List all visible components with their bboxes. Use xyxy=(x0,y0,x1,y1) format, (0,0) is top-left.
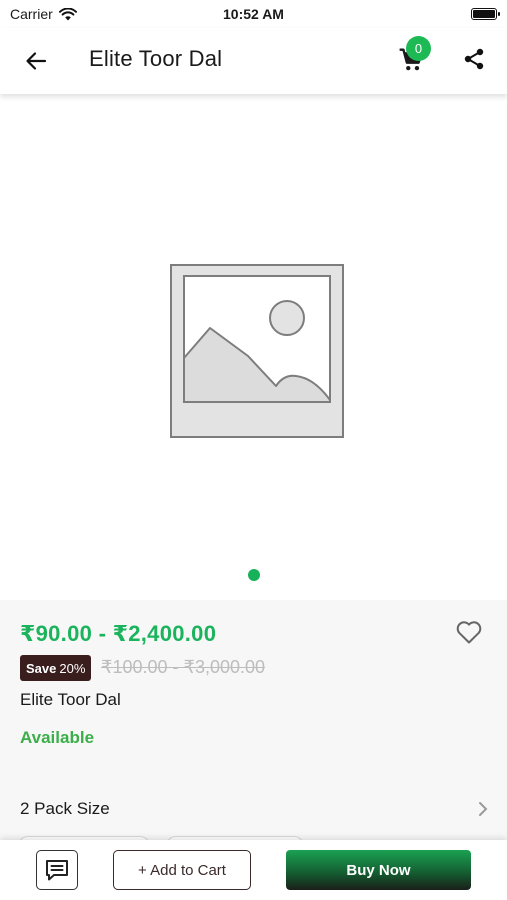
product-details: ₹90.00 - ₹2,400.00 Save 20% ₹100.00 - ₹3… xyxy=(0,600,507,856)
status-bar: Carrier 10:52 AM xyxy=(0,0,507,28)
image-placeholder-icon xyxy=(170,264,344,438)
page-title: Elite Toor Dal xyxy=(89,46,223,71)
battery-icon xyxy=(470,8,500,20)
share-icon xyxy=(464,48,484,70)
save-percent: 20% xyxy=(59,660,86,676)
pack-size-label: 2 Pack Size xyxy=(20,799,110,818)
bottom-action-bar: + Add to Cart Buy Now xyxy=(0,840,507,900)
app-bar: Elite Toor Dal 0 xyxy=(0,28,507,94)
carousel-indicator xyxy=(0,569,507,581)
status-time: 10:52 AM xyxy=(223,6,284,22)
price-range: ₹90.00 - ₹2,400.00 xyxy=(20,621,217,646)
mrp-range: ₹100.00 - ₹3,000.00 xyxy=(101,657,266,677)
carousel-dot-active[interactable] xyxy=(247,569,260,581)
chat-icon xyxy=(46,860,68,881)
heart-icon xyxy=(456,621,482,644)
cart-count-badge: 0 xyxy=(406,36,431,61)
buy-now-button[interactable]: Buy Now xyxy=(286,850,471,890)
product-name: Elite Toor Dal xyxy=(20,690,121,709)
back-arrow-icon xyxy=(26,52,47,70)
wifi-icon xyxy=(58,7,77,20)
chevron-right-icon xyxy=(479,802,488,816)
pack-size-selector[interactable]: 2 Pack Size xyxy=(0,792,507,826)
add-to-cart-button[interactable]: + Add to Cart xyxy=(113,850,251,890)
availability-status: Available xyxy=(20,728,95,747)
wishlist-button[interactable] xyxy=(455,619,485,647)
save-badge: Save 20% xyxy=(20,655,92,681)
share-button[interactable] xyxy=(458,43,490,75)
save-label: Save xyxy=(26,660,57,676)
back-button[interactable] xyxy=(20,45,52,77)
product-image-gallery[interactable] xyxy=(0,94,507,600)
chat-button[interactable] xyxy=(36,850,78,890)
carrier-label: Carrier xyxy=(10,6,53,22)
